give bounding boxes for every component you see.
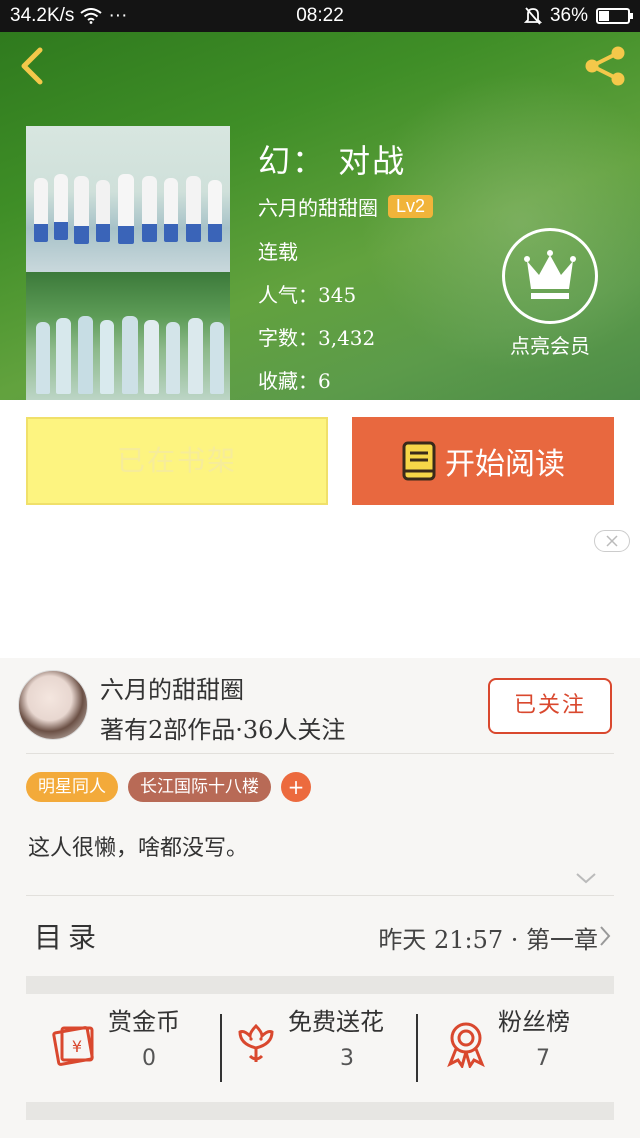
divider — [26, 895, 614, 896]
reward-label: 粉丝榜 — [498, 1008, 570, 1036]
book-popularity: 人气：345 — [258, 283, 357, 307]
battery-fill — [599, 11, 610, 21]
author-stats: 著有2部作品·36人关注 — [100, 716, 346, 744]
start-reading-button[interactable]: 开始阅读 — [352, 417, 614, 505]
toc-latest-chapter[interactable]: 昨天 21:57 · 第一章 — [378, 920, 598, 955]
battery-percent: 36% — [549, 5, 588, 26]
book-word-count: 字数：3,432 — [258, 326, 376, 350]
book-author[interactable]: 六月的甜甜圈 — [258, 192, 378, 221]
reward-value: 7 — [536, 1046, 550, 1071]
medal-icon — [447, 1022, 485, 1068]
book-status: 连载 — [258, 240, 298, 264]
book-cover[interactable] — [26, 126, 230, 400]
status-bar: 34.2K/s ··· 08:22 36% — [0, 0, 640, 32]
author-section: 六月的甜甜圈 著有2部作品·36人关注 已关注 明星同人 长江国际十八楼 + 这… — [0, 658, 640, 1138]
back-icon[interactable] — [16, 44, 52, 88]
red-envelope-icon: ¥ — [52, 1026, 94, 1066]
author-name[interactable]: 六月的甜甜圈 — [100, 670, 244, 705]
reward-fans[interactable]: 粉丝榜 7 — [418, 998, 614, 1088]
cover-photo-bottom — [26, 272, 230, 400]
book-favorites: 收藏：6 — [258, 369, 331, 393]
section-separator — [26, 1102, 614, 1120]
status-right: 36% — [523, 5, 633, 27]
reward-label: 赏金币 — [108, 1008, 180, 1036]
vip-button[interactable]: 点亮会员 — [500, 228, 600, 358]
svg-text:¥: ¥ — [72, 1037, 82, 1056]
vip-label: 点亮会员 — [510, 334, 590, 358]
reward-flowers[interactable]: 免费送花 3 — [222, 998, 418, 1088]
share-icon[interactable] — [582, 44, 630, 88]
tag-item[interactable]: 长江国际十八楼 — [128, 772, 271, 802]
divider — [26, 753, 614, 754]
bell-muted-icon — [523, 7, 542, 25]
section-separator — [26, 976, 614, 994]
book-title: 幻： 对战 — [258, 142, 407, 180]
add-tag-button[interactable]: + — [281, 772, 311, 802]
level-badge: Lv2 — [388, 195, 434, 218]
reward-value: 3 — [340, 1046, 354, 1071]
close-icon — [606, 535, 618, 547]
avatar[interactable] — [18, 670, 88, 740]
follow-button[interactable]: 已关注 — [488, 678, 612, 734]
author-intro: 这人很懒，啥都没写。 — [28, 836, 249, 861]
book-header: 幻： 对战 六月的甜甜圈 Lv2 连载 人气：345 字数：3,432 收藏：6… — [0, 32, 640, 400]
in-shelf-button[interactable]: 已在书架 — [26, 417, 328, 505]
reward-value: 0 — [142, 1046, 156, 1071]
ad-close-button[interactable] — [594, 530, 630, 552]
crown-icon — [502, 228, 598, 324]
chevron-down-icon[interactable] — [574, 870, 598, 886]
tag-list: 明星同人 长江国际十八楼 + — [26, 772, 311, 802]
tag-item[interactable]: 明星同人 — [26, 772, 118, 802]
reward-label: 免费送花 — [288, 1008, 384, 1036]
chevron-right-icon[interactable] — [598, 924, 612, 948]
rewards-row: ¥ 赏金币 0 免费送花 3 粉丝榜 7 — [26, 998, 614, 1088]
reward-coins[interactable]: ¥ 赏金币 0 — [26, 998, 222, 1088]
flower-icon — [238, 1023, 274, 1062]
cover-photo-top — [26, 126, 230, 272]
toc-label[interactable]: 目录 — [34, 916, 102, 956]
battery-icon — [596, 8, 633, 24]
book-icon — [402, 441, 436, 481]
author-row[interactable]: 六月的甜甜圈 Lv2 — [258, 192, 434, 221]
start-reading-label: 开始阅读 — [445, 447, 565, 482]
ad-area — [0, 522, 640, 658]
